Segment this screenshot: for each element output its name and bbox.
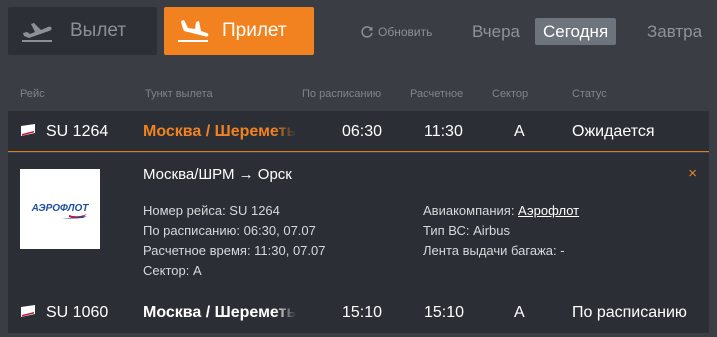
table-header: Рейс Тункт вылета По расписанию Расчетно… [0,86,717,104]
column-status: Статус [572,88,607,100]
takeoff-icon [20,18,54,44]
estimated-time: 15:10 [424,304,465,321]
sector: A [514,123,525,140]
aeroflot-logo: АЭРОФЛОТ [20,169,100,249]
sector: A [514,304,525,321]
detail-scheduled: По расписанию: 06:30, 07.07 [143,223,316,238]
origin-city: Москва / Шереметьево [143,123,296,141]
landing-icon [176,18,210,44]
flight-status: Ожидается [572,123,655,140]
detail-aircraft: Тип ВС: Airbus [423,223,510,238]
day-tomorrow[interactable]: Завтра [640,18,709,45]
detail-airline: Авиакомпания: Аэрофлот [423,203,580,218]
details-left: Номер рейса: SU 1264 По расписанию: 06:3… [143,201,326,281]
svg-text:АЭРОФЛОТ: АЭРОФЛОТ [31,203,90,214]
detail-sector: Сектор: A [143,263,202,278]
column-sector: Сектор [492,88,529,100]
scheduled-time: 06:30 [342,123,383,140]
flight-status: По расписанию [572,304,687,321]
scheduled-time: 15:10 [342,304,383,321]
flight-number: SU 1264 [46,123,109,140]
day-yesterday[interactable]: Вчера [465,18,527,45]
origin-city: Москва / Шереметьево [143,304,296,322]
detail-baggage: Лента выдачи багажа: - [423,243,565,258]
arrival-tab[interactable]: Прилет [164,7,314,55]
day-today[interactable]: Сегодня [535,18,617,45]
column-flight: Рейс [20,88,45,100]
departure-tab[interactable]: Вылет [8,7,157,55]
arrival-tab-label: Прилет [222,20,287,41]
table-row[interactable]: SU 1060 Москва / Шереметьево 15:10 15:10… [8,292,709,333]
flight-number: SU 1060 [46,304,109,321]
close-icon[interactable]: × [688,165,697,182]
column-scheduled: По расписанию [302,88,382,100]
column-origin: Тункт вылета [145,88,213,100]
estimated-time: 11:30 [424,123,463,140]
airline-flag-icon [21,124,35,136]
detail-estimated: Расчетное время: 11:30, 07.07 [143,243,326,258]
table-row[interactable]: SU 1264 Москва / Шереметьево 06:30 11:30… [8,111,709,152]
refresh-label: Обновить [378,25,433,39]
column-estimated: Расчетное [410,88,464,100]
refresh-button[interactable]: Обновить [360,25,432,39]
refresh-icon [360,25,374,39]
details-right: Авиакомпания: Аэрофлот Тип ВС: Airbus Ле… [423,201,579,261]
departure-tab-label: Вылет [70,20,127,41]
detail-flight-number: Номер рейса: SU 1264 [143,203,280,218]
flight-details-panel: АЭРОФЛОТ Москва/ШРМ → Орск × Номер рейса… [8,152,709,292]
route: Москва/ШРМ → Орск [143,166,292,183]
airline-flag-icon [21,305,35,317]
top-bar: Вылет Прилет Обновить Вчера Сегодня Завт… [0,0,717,62]
airline-link[interactable]: Аэрофлот [518,203,579,218]
